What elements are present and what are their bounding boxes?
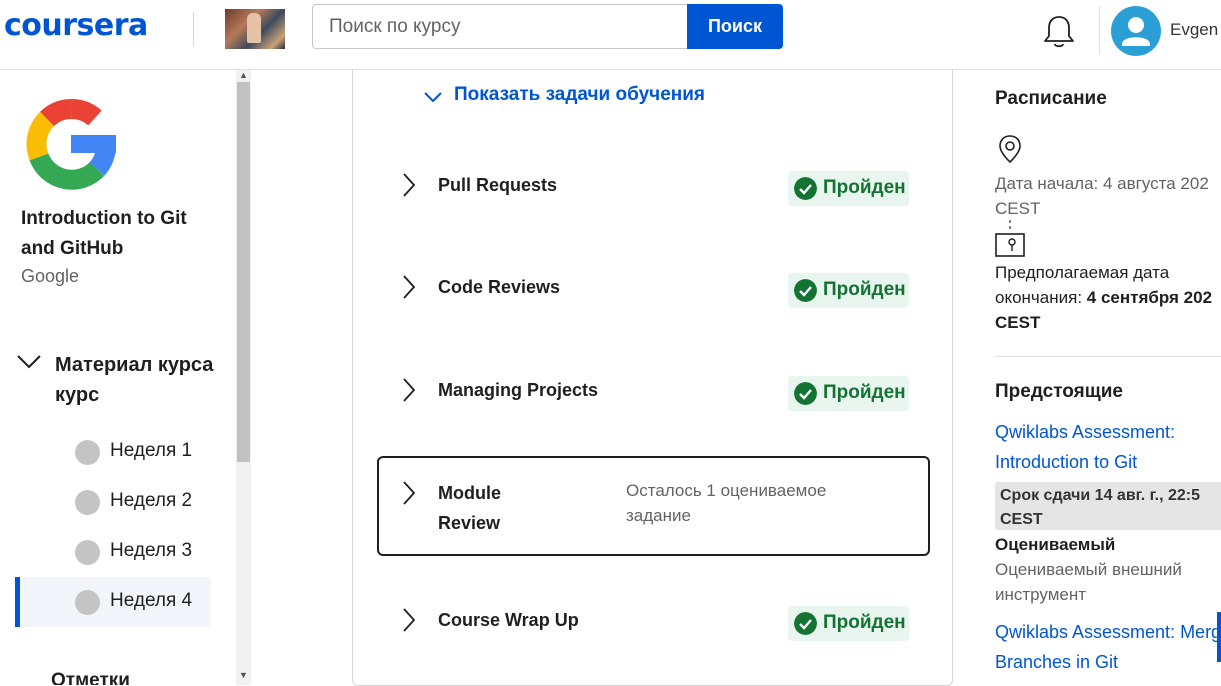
section-label: Материал курса курс bbox=[55, 354, 214, 406]
module-lessons-panel: Показать задачи обучения Pull Requests П… bbox=[352, 70, 953, 686]
progress-dot-icon bbox=[75, 440, 100, 465]
assignment-type: Оцениваемый bbox=[995, 535, 1116, 554]
course-title[interactable]: Introduction to Git and GitHub bbox=[21, 204, 221, 264]
upcoming-item-link[interactable]: Qwiklabs Assessment: Merg bbox=[995, 617, 1221, 647]
location-pin-icon bbox=[999, 135, 1021, 164]
lesson-row-module-review[interactable]: Module Review Осталось 1 оцениваемое зад… bbox=[377, 456, 930, 556]
header-divider bbox=[193, 12, 194, 46]
upcoming-item-link[interactable]: Qwiklabs Assessment: bbox=[995, 417, 1175, 447]
week-label: Неделя 1 bbox=[110, 440, 193, 461]
chevron-right-icon bbox=[403, 608, 415, 632]
chevron-right-icon bbox=[403, 481, 415, 505]
lesson-title: Module Review bbox=[438, 483, 501, 533]
sidebar-item-week-1[interactable]: Неделя 1 bbox=[15, 427, 211, 477]
start-date-text: Дата начала: 4 августа 202 bbox=[995, 174, 1209, 193]
scroll-thumb[interactable] bbox=[237, 82, 250, 462]
status-label: Пройден bbox=[823, 177, 906, 198]
chevron-down-icon bbox=[424, 92, 442, 103]
search-input[interactable] bbox=[312, 4, 688, 49]
sidebar-item-week-3[interactable]: Неделя 3 bbox=[15, 527, 211, 577]
week-label: Неделя 4 bbox=[110, 590, 193, 611]
lesson-row-course-wrap-up[interactable]: Course Wrap Up Пройден bbox=[377, 570, 930, 670]
assignment-description: Оцениваемый внешний bbox=[995, 560, 1182, 579]
week-label: Неделя 2 bbox=[110, 490, 193, 511]
lesson-title: Managing Projects bbox=[438, 380, 599, 400]
upcoming-item-link[interactable]: Branches in Git bbox=[995, 647, 1118, 677]
user-name[interactable]: Evgen bbox=[1170, 20, 1218, 40]
week-label: Неделя 3 bbox=[110, 540, 193, 561]
chevron-down-icon bbox=[17, 355, 41, 369]
start-date-timezone: CEST bbox=[995, 199, 1041, 218]
upcoming-heading: Предстоящие bbox=[995, 381, 1123, 402]
status-badge: Пройден bbox=[788, 273, 909, 308]
end-date-label: Предполагаемая дата bbox=[995, 263, 1170, 282]
due-date-text: Срок сдачи 14 авг. г., 22:5 bbox=[1000, 487, 1201, 504]
assignment-description: инструмент bbox=[995, 585, 1087, 604]
status-label: Пройден bbox=[823, 279, 906, 300]
end-date-value: 4 сентября 202 bbox=[1086, 288, 1213, 307]
status-badge: Пройден bbox=[788, 606, 909, 641]
due-date-badge: Срок сдачи 14 авг. г., 22:5 CEST bbox=[995, 482, 1221, 530]
avatar[interactable] bbox=[1111, 6, 1161, 56]
lesson-title: Course Wrap Up bbox=[438, 610, 579, 630]
finish-flag-icon bbox=[995, 220, 1025, 257]
upcoming-item-link[interactable]: Introduction to Git bbox=[995, 447, 1137, 477]
show-learning-objectives-label: Показать задачи обучения bbox=[454, 84, 705, 105]
lesson-title: Pull Requests bbox=[438, 175, 558, 195]
sidebar-item-week-4[interactable]: Неделя 4 bbox=[15, 577, 211, 627]
end-date-text: окончания: 4 сентября 202 bbox=[995, 285, 1212, 310]
lesson-row-pull-requests[interactable]: Pull Requests Пройден bbox=[377, 135, 930, 235]
right-info-panel: Расписание Дата начала: 4 августа 202 CE… bbox=[995, 70, 1221, 685]
scroll-down-arrow-icon[interactable]: ▼ bbox=[239, 670, 248, 680]
scroll-up-arrow-icon[interactable]: ▲ bbox=[239, 70, 248, 80]
progress-dot-icon bbox=[75, 490, 100, 515]
lesson-row-code-reviews[interactable]: Code Reviews Пройден bbox=[377, 237, 930, 337]
end-date-prefix: окончания: bbox=[995, 288, 1087, 307]
due-date-timezone: CEST bbox=[1000, 511, 1043, 528]
user-icon bbox=[1122, 17, 1150, 46]
course-thumbnail[interactable] bbox=[225, 9, 285, 49]
page-scroll-indicator bbox=[1217, 612, 1221, 662]
check-circle-icon bbox=[794, 279, 817, 302]
status-label: Пройден bbox=[823, 612, 906, 633]
coursera-logo[interactable]: coursera bbox=[4, 8, 148, 43]
course-organization: Google bbox=[21, 266, 80, 286]
chevron-right-icon bbox=[403, 173, 415, 197]
check-circle-icon bbox=[794, 612, 817, 635]
top-header: coursera Поиск Evgen bbox=[0, 0, 1221, 70]
bell-icon[interactable] bbox=[1040, 12, 1078, 50]
header-divider-user bbox=[1099, 6, 1100, 54]
chevron-right-icon bbox=[403, 378, 415, 402]
pending-assignments-note: Осталось 1 оцениваемое задание bbox=[626, 481, 827, 525]
chevron-right-icon bbox=[403, 275, 415, 299]
lesson-row-managing-projects[interactable]: Managing Projects Пройден bbox=[377, 340, 930, 440]
progress-dot-icon bbox=[75, 540, 100, 565]
lesson-title: Code Reviews bbox=[438, 277, 561, 297]
status-badge: Пройден bbox=[788, 171, 909, 206]
status-badge: Пройден bbox=[788, 376, 909, 411]
check-circle-icon bbox=[794, 177, 817, 200]
sidebar-item-grades[interactable]: Отметки bbox=[51, 670, 130, 685]
sidebar-scrollbar[interactable]: ▲ ▼ bbox=[236, 70, 251, 685]
check-circle-icon bbox=[794, 382, 817, 405]
schedule-heading: Расписание bbox=[995, 88, 1107, 109]
google-logo-icon bbox=[26, 99, 116, 190]
end-date-timezone: CEST bbox=[995, 313, 1041, 332]
progress-dot-icon bbox=[75, 590, 100, 615]
course-sidebar: Introduction to Git and GitHub Google Ма… bbox=[0, 70, 236, 685]
sidebar-item-week-2[interactable]: Неделя 2 bbox=[15, 477, 211, 527]
divider bbox=[995, 356, 1221, 357]
status-label: Пройден bbox=[823, 382, 906, 403]
search-button[interactable]: Поиск bbox=[687, 4, 783, 49]
